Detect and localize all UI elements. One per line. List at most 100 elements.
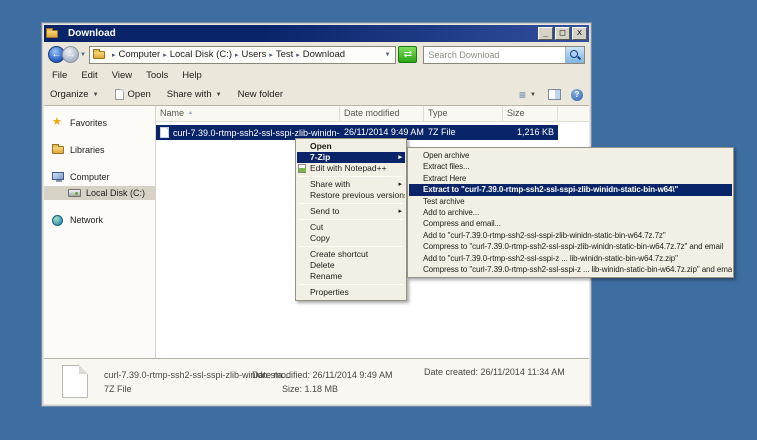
submenu-item-compress-to-curl-7-39-0-rtmp-ssh2-ssl-ss[interactable]: Compress to "curl-7.39.0-rtmp-ssh2-ssl-s… xyxy=(409,264,732,275)
menu-help[interactable]: Help xyxy=(182,70,202,81)
7zip-submenu: Open archiveExtract files...Extract Here… xyxy=(407,147,734,278)
file-type-icon xyxy=(160,127,169,138)
menu-tools[interactable]: Tools xyxy=(146,70,168,81)
context-menu-item-send-to[interactable]: Send to▸ xyxy=(297,206,405,217)
chevron-down-icon: ▼ xyxy=(216,92,222,98)
submenu-item-test-archive[interactable]: Test archive xyxy=(409,196,732,207)
breadcrumb-item-test[interactable]: Test xyxy=(274,49,295,60)
sidebar-item-label: Local Disk (C:) xyxy=(86,188,145,198)
submenu-item-extract-here[interactable]: Extract Here xyxy=(409,173,732,184)
change-view-icon[interactable]: ≡ xyxy=(519,89,526,101)
details-size-value: 1.18 MB xyxy=(305,384,339,394)
details-date-created-value: 26/11/2014 11:34 AM xyxy=(481,367,565,377)
search-box[interactable]: Search Download xyxy=(423,46,585,64)
file-preview-icon xyxy=(62,365,88,398)
open-button[interactable]: Open xyxy=(115,89,151,100)
context-menu: Open7-Zip▸Edit with Notepad++ Share with▸… xyxy=(295,138,407,301)
column-headers: Name▴Date modifiedTypeSize xyxy=(156,106,589,122)
context-menu-item-edit-with-notepad-[interactable]: Edit with Notepad++ xyxy=(297,163,405,174)
context-menu-item-7-zip[interactable]: 7-Zip▸ xyxy=(297,152,405,163)
forward-button[interactable]: → xyxy=(62,46,79,63)
close-button[interactable]: x xyxy=(572,27,587,40)
submenu-item-extract-files-[interactable]: Extract files... xyxy=(409,161,732,172)
context-menu-item-restore-previous-versions[interactable]: Restore previous versions xyxy=(297,190,405,201)
menu-view[interactable]: View xyxy=(112,70,132,81)
sidebar-item-label: Favorites xyxy=(70,118,107,128)
refresh-icon[interactable]: ⇄ xyxy=(398,46,417,63)
sidebar-item-favorites[interactable]: Favorites xyxy=(44,116,155,130)
sidebar-item-local-disk-c-[interactable]: Local Disk (C:) xyxy=(44,186,155,200)
details-pane: curl-7.39.0-rtmp-ssh2-ssl-sspi-zlib-wini… xyxy=(44,358,589,404)
navigation-pane: Favorites Libraries Computer Local Disk (C:… xyxy=(44,106,156,358)
sort-ascending-icon: ▴ xyxy=(189,110,192,116)
submenu-item-open-archive[interactable]: Open archive xyxy=(409,150,732,161)
menu-separator xyxy=(299,176,403,177)
size-cell: 1,216 KB xyxy=(503,125,558,140)
menu-separator xyxy=(299,203,403,204)
sidebar-item-computer[interactable]: Computer xyxy=(44,170,155,184)
context-menu-item-share-with[interactable]: Share with▸ xyxy=(297,179,405,190)
submenu-item-compress-to-curl-7-39-0-rtmp-ssh2-ssl-ss[interactable]: Compress to "curl-7.39.0-rtmp-ssh2-ssl-s… xyxy=(409,241,732,252)
details-date-modified-label: Date modified: xyxy=(252,370,310,380)
breadcrumb-item-local-disk-c-[interactable]: Local Disk (C:) xyxy=(168,49,234,60)
context-menu-item-cut[interactable]: Cut xyxy=(297,222,405,233)
sidebar-item-label: Computer xyxy=(70,172,110,182)
menu-edit[interactable]: Edit xyxy=(81,70,97,81)
chevron-down-icon[interactable]: ▼ xyxy=(530,92,536,98)
context-menu-item-open[interactable]: Open xyxy=(297,141,405,152)
sidebar-item-libraries[interactable]: Libraries xyxy=(44,143,155,157)
menu-separator xyxy=(299,246,403,247)
sidebar-item-label: Libraries xyxy=(70,145,105,155)
submenu-item-add-to-curl-7-39-0-rtmp-ssh2-ssl-sspi-zl[interactable]: Add to "curl-7.39.0-rtmp-ssh2-ssl-sspi-z… xyxy=(409,230,732,241)
toolbar: Organize▼ Open Share with▼ New folder ≡ … xyxy=(44,84,589,106)
submenu-item-add-to-curl-7-39-0-rtmp-ssh2-ssl-sspi-z-[interactable]: Add to "curl-7.39.0-rtmp-ssh2-ssl-sspi-z… xyxy=(409,253,732,264)
new-folder-button[interactable]: New folder xyxy=(238,89,283,100)
preview-pane-icon[interactable] xyxy=(548,89,561,100)
column-header-date-modified[interactable]: Date modified xyxy=(340,106,424,121)
file-name-label: curl-7.39.0-rtmp-ssh2-ssl-sspi-zlib-wini… xyxy=(173,128,340,138)
search-icon[interactable] xyxy=(565,47,584,63)
details-file-name: curl-7.39.0-rtmp-ssh2-ssl-sspi-zlib-wini… xyxy=(104,370,252,380)
context-menu-item-copy[interactable]: Copy xyxy=(297,233,405,244)
column-header-size[interactable]: Size xyxy=(503,106,558,121)
help-icon[interactable]: ? xyxy=(571,89,583,101)
details-date-created-label: Date created: xyxy=(424,367,478,377)
context-menu-item-rename[interactable]: Rename xyxy=(297,271,405,282)
breadcrumb-item-users[interactable]: Users xyxy=(240,49,269,60)
chevron-down-icon: ▼ xyxy=(93,92,99,98)
document-icon xyxy=(115,89,124,100)
notepad-plus-plus-icon xyxy=(298,164,306,173)
maximize-button[interactable]: □ xyxy=(555,27,570,40)
minimize-button[interactable]: _ xyxy=(538,27,553,40)
context-menu-item-properties[interactable]: Properties xyxy=(297,287,405,298)
breadcrumb-item-computer[interactable]: Computer xyxy=(116,49,162,60)
share-with-button[interactable]: Share with▼ xyxy=(167,89,222,100)
folder-icon xyxy=(52,144,66,156)
address-bar: ← → ▼ ▸Computer▸Local Disk (C:)▸Users▸Te… xyxy=(44,42,589,67)
breadcrumb-item-download[interactable]: Download xyxy=(301,49,347,60)
submenu-arrow-icon: ▸ xyxy=(398,206,402,217)
nav-history-chevron-icon[interactable]: ▼ xyxy=(80,52,86,58)
breadcrumb[interactable]: ▸Computer▸Local Disk (C:)▸Users▸Test▸Dow… xyxy=(89,46,397,64)
menu-file[interactable]: File xyxy=(52,70,67,81)
star-icon xyxy=(52,117,66,129)
submenu-item-extract-to-curl-7-39-0-rtmp-ssh2-ssl-ssp[interactable]: Extract to "curl-7.39.0-rtmp-ssh2-ssl-ss… xyxy=(409,184,732,195)
details-file-type: 7Z File xyxy=(104,384,252,394)
submenu-item-compress-and-email-[interactable]: Compress and email... xyxy=(409,218,732,229)
organize-button[interactable]: Organize▼ xyxy=(50,89,99,100)
details-date-modified-value: 26/11/2014 9:49 AM xyxy=(313,370,393,380)
sidebar-item-network[interactable]: Network xyxy=(44,213,155,227)
menu-bar: File Edit View Tools Help xyxy=(44,67,589,84)
context-menu-item-delete[interactable]: Delete xyxy=(297,260,405,271)
submenu-arrow-icon: ▸ xyxy=(398,179,402,190)
breadcrumb-chevron-icon[interactable]: ▼ xyxy=(385,52,393,58)
breadcrumb-folder-icon xyxy=(93,49,107,61)
details-size-label: Size: xyxy=(282,384,302,394)
disk-icon xyxy=(68,187,82,199)
title-bar[interactable]: Download _ □ x xyxy=(44,25,589,42)
submenu-item-add-to-archive-[interactable]: Add to archive... xyxy=(409,207,732,218)
column-header-type[interactable]: Type xyxy=(424,106,503,121)
context-menu-item-create-shortcut[interactable]: Create shortcut xyxy=(297,249,405,260)
column-header-name[interactable]: Name▴ xyxy=(156,106,340,121)
window-folder-icon xyxy=(46,28,60,40)
